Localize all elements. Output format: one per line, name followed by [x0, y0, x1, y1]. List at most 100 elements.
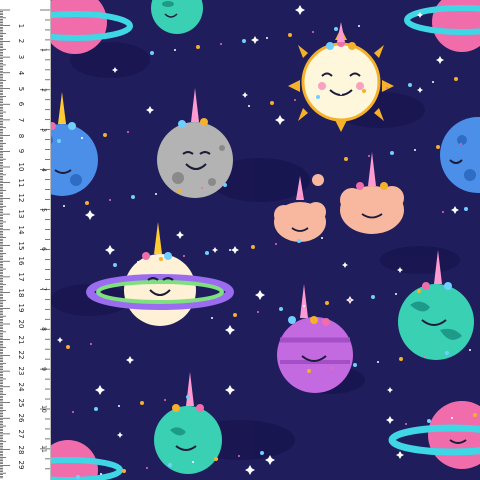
- confetti-dot: [316, 95, 320, 99]
- ruler-cm-label: 8: [17, 133, 25, 138]
- confetti-dot: [100, 473, 102, 475]
- confetti-dot: [85, 201, 89, 205]
- ruler-cm-label: 25: [17, 398, 25, 407]
- ruler-cm-label: 11: [17, 178, 25, 188]
- confetti-dot: [146, 467, 148, 469]
- confetti-dot: [122, 469, 126, 473]
- ruler-inch-label: 2: [40, 87, 47, 92]
- confetti-dot: [395, 293, 397, 295]
- ruler-cm-label: 7: [17, 117, 25, 123]
- confetti-dot: [334, 27, 338, 31]
- confetti-dot: [159, 257, 163, 261]
- confetti-dot: [103, 133, 107, 137]
- ruler-inch-label: 5: [40, 207, 47, 212]
- confetti-dot: [454, 77, 458, 81]
- ruler-inch-label: 3: [40, 127, 47, 132]
- confetti-dot: [325, 301, 329, 305]
- confetti-dot: [242, 39, 246, 43]
- ruler-inch-label: 1: [40, 47, 47, 52]
- confetti-dot: [349, 299, 351, 301]
- confetti-dot: [109, 199, 111, 201]
- confetti-dot: [137, 261, 139, 263]
- confetti-dot: [427, 419, 431, 423]
- confetti-dot: [66, 345, 70, 349]
- ruler-inch-label: 11: [40, 445, 47, 453]
- confetti-dot: [214, 457, 218, 461]
- confetti-dot: [270, 101, 274, 105]
- fabric-swatch: 1 2 3 4 5 6 7 8 9 10 11 12 13 14 15 16 17 18 19 20 21 22 23 24 2…: [0, 0, 480, 480]
- ruler-cm-label: 12: [17, 193, 25, 203]
- confetti-dot: [63, 205, 65, 207]
- ruler-cm-label: 19: [17, 303, 25, 313]
- confetti-dot: [331, 367, 333, 369]
- ruler-inch-label: 4: [40, 167, 47, 172]
- confetti-dot: [469, 349, 471, 351]
- ruler-cm-label: 5: [17, 86, 25, 91]
- confetti-dot: [127, 131, 129, 133]
- confetti-dot: [174, 49, 176, 51]
- confetti-dot: [220, 43, 222, 45]
- ruler-cm-label: 10: [17, 162, 25, 172]
- confetti-dot: [223, 183, 227, 187]
- confetti-dot: [307, 369, 311, 373]
- confetti-dot: [266, 37, 268, 39]
- confetti-dot: [211, 317, 213, 319]
- confetti-dot: [423, 355, 425, 357]
- confetti-dot: [257, 311, 259, 313]
- confetti-dot: [192, 461, 194, 463]
- confetti-dot: [344, 157, 348, 161]
- confetti-dot: [368, 155, 370, 157]
- ruler-cm-label: 3: [17, 54, 25, 60]
- ruler-cm-label: 20: [17, 319, 25, 329]
- confetti-dot: [186, 395, 190, 399]
- ruler-cm-label: 6: [17, 101, 25, 107]
- confetti-dot: [229, 249, 231, 251]
- confetti-dot: [414, 149, 416, 151]
- confetti-dot: [432, 81, 434, 83]
- ruler-cm-label: 18: [17, 288, 25, 298]
- confetti-dot: [321, 237, 323, 239]
- confetti-dot: [288, 33, 292, 37]
- confetti-dot: [72, 411, 74, 413]
- confetti-dot: [177, 189, 181, 193]
- confetti-dot: [464, 207, 468, 211]
- ruler-cm-label: 17: [17, 272, 25, 282]
- confetti-dot: [164, 399, 166, 401]
- ruler-cm-label: 16: [17, 256, 25, 266]
- confetti-dot: [76, 475, 80, 479]
- ruler-cm-label: 4: [17, 70, 25, 76]
- ruler-cm-label: 22: [17, 350, 25, 360]
- confetti-dot: [260, 451, 264, 455]
- confetti-dot: [205, 251, 209, 255]
- ruler-cm-label: 29: [17, 460, 25, 470]
- confetti-dot: [417, 289, 421, 293]
- ruler-inch-label: 7: [40, 287, 47, 292]
- confetti-dot: [294, 99, 296, 101]
- confetti-dot: [155, 193, 157, 195]
- ruler-cm-label: 9: [17, 149, 25, 154]
- confetti-dot: [312, 31, 314, 33]
- ruler-cm-label: 27: [17, 429, 25, 439]
- confetti-dot: [168, 463, 172, 467]
- ruler-inch-label: 9: [40, 367, 47, 371]
- ruler-cm-label: 26: [17, 413, 25, 423]
- confetti-dot: [90, 343, 92, 345]
- confetti-dot: [248, 105, 250, 107]
- ruler-inch-label: 10: [40, 405, 47, 413]
- confetti-dot: [399, 357, 403, 361]
- ruler-cm-label: 14: [17, 225, 25, 235]
- ruler-cm-label: 15: [17, 241, 25, 250]
- confetti-dot: [113, 263, 117, 267]
- ruler-cm-label: 28: [17, 445, 25, 455]
- ruler-inch-label: 6: [40, 247, 47, 252]
- ruler-cm-label: 2: [17, 39, 25, 44]
- confetti-dot: [238, 455, 240, 457]
- confetti-dot: [353, 363, 357, 367]
- confetti-dot: [386, 87, 388, 89]
- ruler-inch-label: 8: [40, 327, 47, 332]
- confetti-dot: [436, 145, 440, 149]
- confetti-dot: [445, 351, 449, 355]
- ruler-cm-label: 23: [17, 366, 25, 376]
- confetti-dot: [362, 89, 366, 93]
- confetti-dot: [358, 25, 360, 27]
